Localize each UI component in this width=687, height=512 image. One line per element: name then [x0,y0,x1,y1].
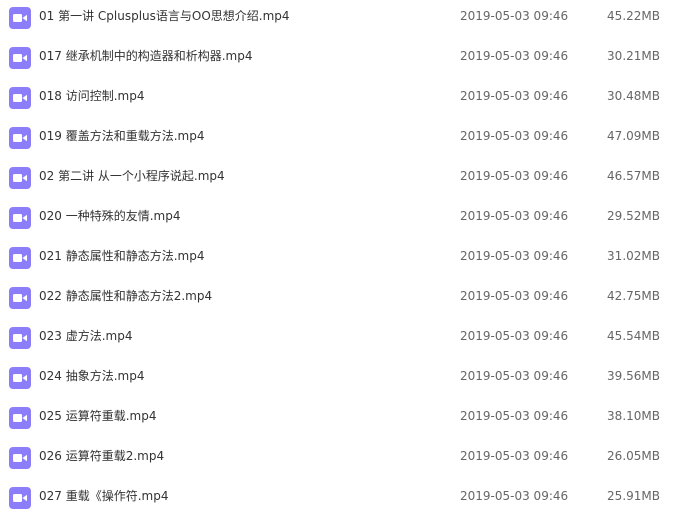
file-name: 027 重载《操作符.mp4 [39,489,169,503]
file-row[interactable]: 024 抽象方法.mp4 2019-05-03 09:46 39.56MB [0,359,687,399]
video-file-icon [9,207,31,229]
video-file-icon [9,47,31,69]
file-row[interactable]: 023 虚方法.mp4 2019-05-03 09:46 45.54MB [0,319,687,359]
file-row[interactable]: 022 静态属性和静态方法2.mp4 2019-05-03 09:46 42.7… [0,279,687,319]
file-date: 2019-05-03 09:46 [460,129,569,143]
file-date: 2019-05-03 09:46 [460,289,569,303]
file-row[interactable]: 017 继承机制中的构造器和析构器.mp4 2019-05-03 09:46 3… [0,39,687,79]
file-date: 2019-05-03 09:46 [460,9,569,23]
file-date: 2019-05-03 09:46 [460,369,569,383]
file-size: 45.22MB [607,9,660,23]
file-date: 2019-05-03 09:46 [460,169,569,183]
file-name: 021 静态属性和静态方法.mp4 [39,249,205,263]
file-date: 2019-05-03 09:46 [460,249,569,263]
video-file-icon [9,447,31,469]
file-list: 01 第一讲 Cplusplus语言与OO思想介绍.mp4 2019-05-03… [0,0,687,512]
file-date: 2019-05-03 09:46 [460,489,569,503]
file-date: 2019-05-03 09:46 [460,329,569,343]
file-date: 2019-05-03 09:46 [460,89,569,103]
video-file-icon [9,167,31,189]
file-row[interactable]: 01 第一讲 Cplusplus语言与OO思想介绍.mp4 2019-05-03… [0,0,687,39]
file-row[interactable]: 021 静态属性和静态方法.mp4 2019-05-03 09:46 31.02… [0,239,687,279]
file-row[interactable]: 019 覆盖方法和重载方法.mp4 2019-05-03 09:46 47.09… [0,119,687,159]
file-size: 39.56MB [607,369,660,383]
video-file-icon [9,367,31,389]
file-name: 02 第二讲 从一个小程序说起.mp4 [39,169,225,183]
file-name: 019 覆盖方法和重载方法.mp4 [39,129,205,143]
video-file-icon [9,407,31,429]
file-name: 026 运算符重载2.mp4 [39,449,165,463]
file-size: 47.09MB [607,129,660,143]
video-file-icon [9,127,31,149]
file-row[interactable]: 02 第二讲 从一个小程序说起.mp4 2019-05-03 09:46 46.… [0,159,687,199]
file-size: 45.54MB [607,329,660,343]
file-size: 31.02MB [607,249,660,263]
file-name: 023 虚方法.mp4 [39,329,133,343]
file-date: 2019-05-03 09:46 [460,209,569,223]
file-size: 38.10MB [607,409,660,423]
file-name: 017 继承机制中的构造器和析构器.mp4 [39,49,253,63]
file-row[interactable]: 018 访问控制.mp4 2019-05-03 09:46 30.48MB [0,79,687,119]
file-row[interactable]: 027 重载《操作符.mp4 2019-05-03 09:46 25.91MB [0,479,687,512]
file-size: 29.52MB [607,209,660,223]
file-name: 018 访问控制.mp4 [39,89,145,103]
video-file-icon [9,87,31,109]
file-size: 42.75MB [607,289,660,303]
file-date: 2019-05-03 09:46 [460,409,569,423]
video-file-icon [9,247,31,269]
file-size: 25.91MB [607,489,660,503]
file-name: 022 静态属性和静态方法2.mp4 [39,289,213,303]
file-name: 020 一种特殊的友情.mp4 [39,209,181,223]
file-row[interactable]: 026 运算符重载2.mp4 2019-05-03 09:46 26.05MB [0,439,687,479]
file-row[interactable]: 020 一种特殊的友情.mp4 2019-05-03 09:46 29.52MB [0,199,687,239]
video-file-icon [9,7,31,29]
file-row[interactable]: 025 运算符重载.mp4 2019-05-03 09:46 38.10MB [0,399,687,439]
video-file-icon [9,327,31,349]
video-file-icon [9,287,31,309]
file-size: 30.48MB [607,89,660,103]
video-file-icon [9,487,31,509]
file-name: 01 第一讲 Cplusplus语言与OO思想介绍.mp4 [39,9,290,23]
file-date: 2019-05-03 09:46 [460,449,569,463]
file-size: 30.21MB [607,49,660,63]
file-size: 46.57MB [607,169,660,183]
file-size: 26.05MB [607,449,660,463]
file-name: 024 抽象方法.mp4 [39,369,145,383]
file-name: 025 运算符重载.mp4 [39,409,157,423]
file-date: 2019-05-03 09:46 [460,49,569,63]
